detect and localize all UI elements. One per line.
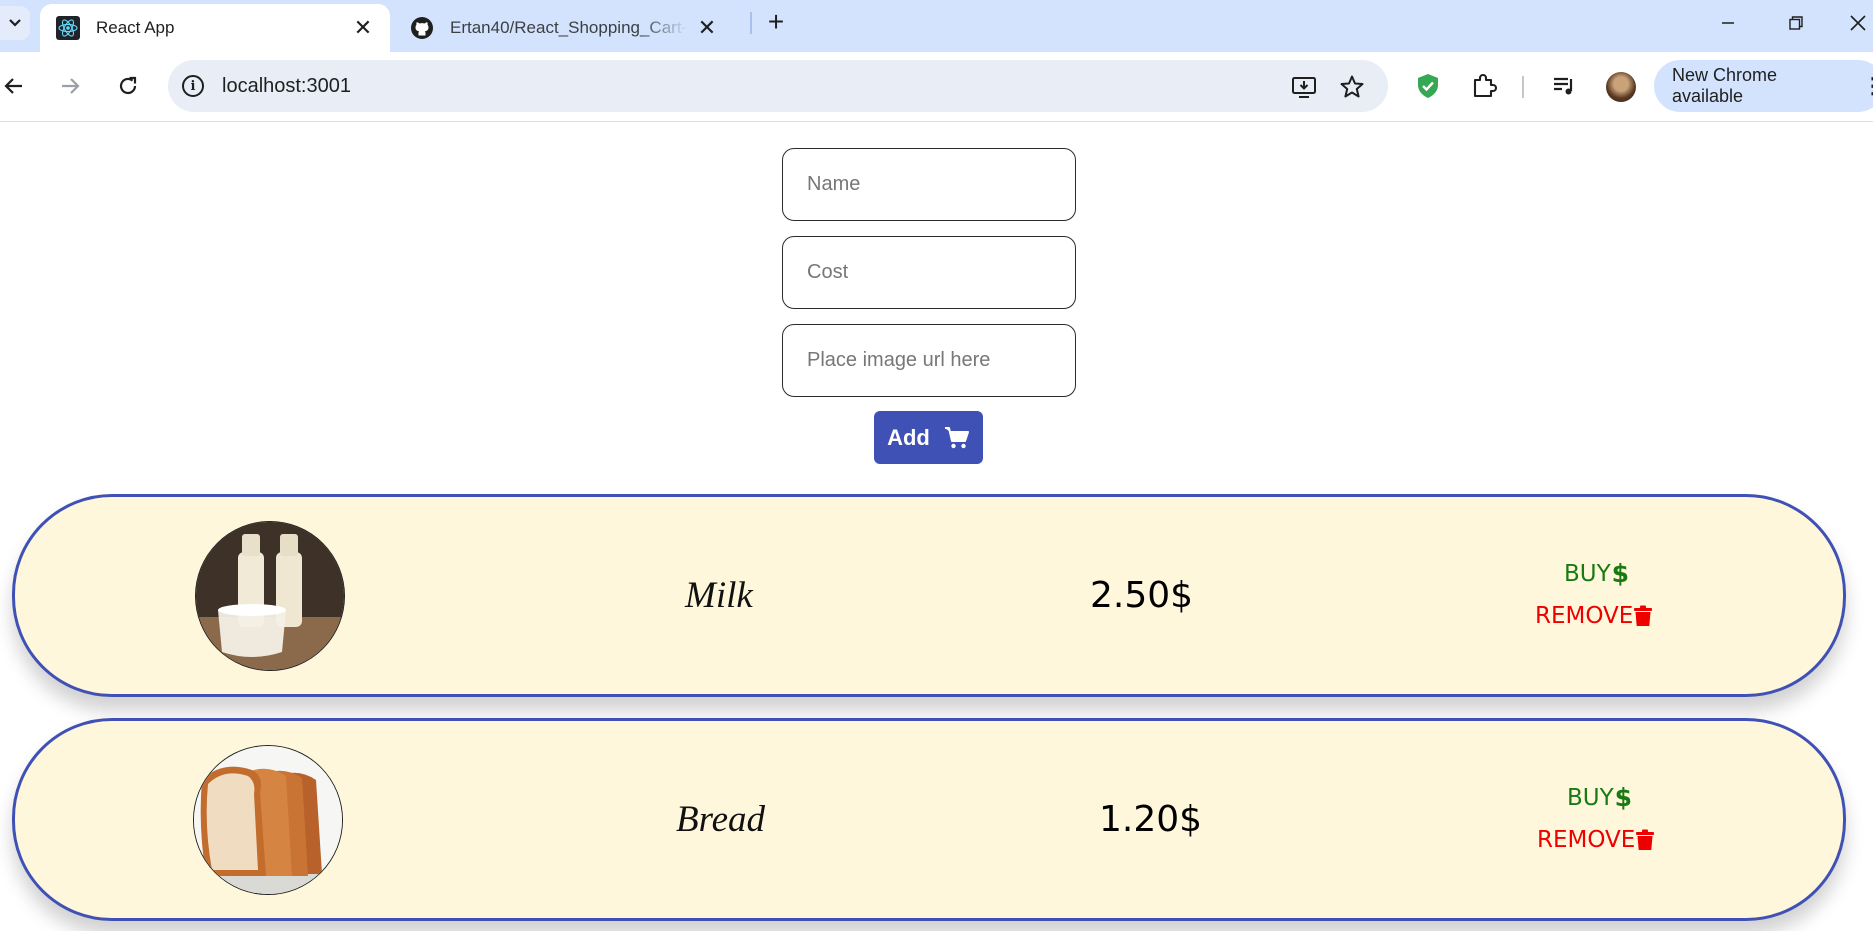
cart-item: Bread 1.20$ BUY $ REMOVE — [12, 718, 1846, 921]
address-url[interactable]: localhost:3001 — [222, 75, 351, 98]
shopping-cart-icon — [944, 426, 969, 448]
forward-button[interactable] — [52, 68, 88, 104]
buy-label: BUY — [1567, 784, 1614, 811]
tab-search-button[interactable] — [0, 6, 30, 40]
extensions-puzzle-icon[interactable] — [1468, 70, 1500, 102]
name-input[interactable] — [782, 148, 1076, 221]
close-tab-icon[interactable]: ✕ — [352, 15, 374, 40]
address-bar[interactable]: i localhost:3001 — [168, 60, 1388, 112]
cart-item: Milk 2.50$ BUY $ REMOVE — [12, 494, 1846, 697]
back-button[interactable] — [0, 68, 32, 104]
item-cost: 2.50$ — [1090, 574, 1194, 616]
github-icon — [410, 16, 434, 40]
toolbar-separator — [1522, 76, 1524, 98]
update-label: New Chrome available — [1672, 65, 1778, 106]
add-item-form — [782, 148, 1076, 412]
minimize-icon — [1722, 22, 1734, 24]
close-window-button[interactable] — [1836, 6, 1873, 40]
trash-icon — [1636, 829, 1655, 850]
item-name: Milk — [685, 574, 753, 616]
new-tab-button[interactable]: + — [762, 6, 790, 37]
close-icon — [1850, 15, 1866, 31]
item-name: Bread — [676, 798, 766, 840]
page-content: Add Milk 2.50$ BUY$ — [0, 123, 1873, 931]
remove-label: REMOVE — [1535, 603, 1634, 629]
profile-avatar[interactable] — [1606, 72, 1636, 102]
plus-icon: + — [767, 6, 785, 37]
buy-button[interactable]: BUY $ — [1564, 559, 1629, 588]
remove-label: REMOVE — [1537, 827, 1636, 853]
bookmark-star-icon[interactable] — [1338, 73, 1366, 101]
cost-input[interactable] — [782, 236, 1076, 309]
image-url-input[interactable] — [782, 324, 1076, 397]
buy-button[interactable]: BUY $ — [1567, 783, 1632, 812]
close-tab-icon[interactable]: ✕ — [696, 15, 718, 40]
shield-extension-icon[interactable] — [1412, 70, 1444, 102]
reload-icon — [119, 76, 137, 95]
arrow-right-icon — [62, 78, 80, 94]
tab-separator — [750, 12, 752, 34]
menu-dots-icon[interactable]: ⋮ — [1862, 73, 1873, 99]
bread-image — [193, 745, 343, 895]
restore-icon — [1789, 16, 1803, 30]
add-button-label: Add — [887, 424, 930, 450]
remove-button[interactable]: REMOVE — [1535, 603, 1653, 629]
restore-button[interactable] — [1774, 6, 1818, 40]
tab-title: Ertan40/React_Shopping_Cart-W — [450, 18, 688, 37]
install-app-icon[interactable] — [1290, 73, 1318, 101]
browser-tab-bar: React App ✕ Ertan40/React_Shopping_Cart-… — [0, 0, 1873, 52]
tab-react-app[interactable]: React App ✕ — [40, 4, 390, 52]
minimize-button[interactable] — [1706, 6, 1750, 40]
reload-button[interactable] — [110, 68, 146, 104]
tab-github-repo[interactable]: Ertan40/React_Shopping_Cart-W ✕ — [394, 4, 734, 52]
tab-title: React App — [96, 18, 175, 37]
browser-toolbar: i localhost:3001 New Chrome available ⋮ — [0, 52, 1873, 122]
trash-icon — [1634, 605, 1653, 626]
add-button[interactable]: Add — [874, 411, 983, 464]
media-playlist-icon[interactable] — [1548, 70, 1580, 102]
chrome-update-button[interactable]: New Chrome available ⋮ — [1654, 60, 1873, 112]
react-icon — [56, 16, 80, 40]
item-cost: 1.20$ — [1099, 798, 1203, 840]
milk-image — [195, 521, 345, 671]
remove-button[interactable]: REMOVE — [1537, 827, 1655, 853]
info-icon[interactable]: i — [182, 75, 204, 97]
arrow-left-icon — [4, 78, 22, 94]
buy-label: BUY — [1564, 560, 1611, 587]
dollar-icon: $ — [1611, 559, 1630, 588]
dollar-icon: $ — [1614, 783, 1633, 812]
chevron-down-icon — [9, 19, 21, 27]
